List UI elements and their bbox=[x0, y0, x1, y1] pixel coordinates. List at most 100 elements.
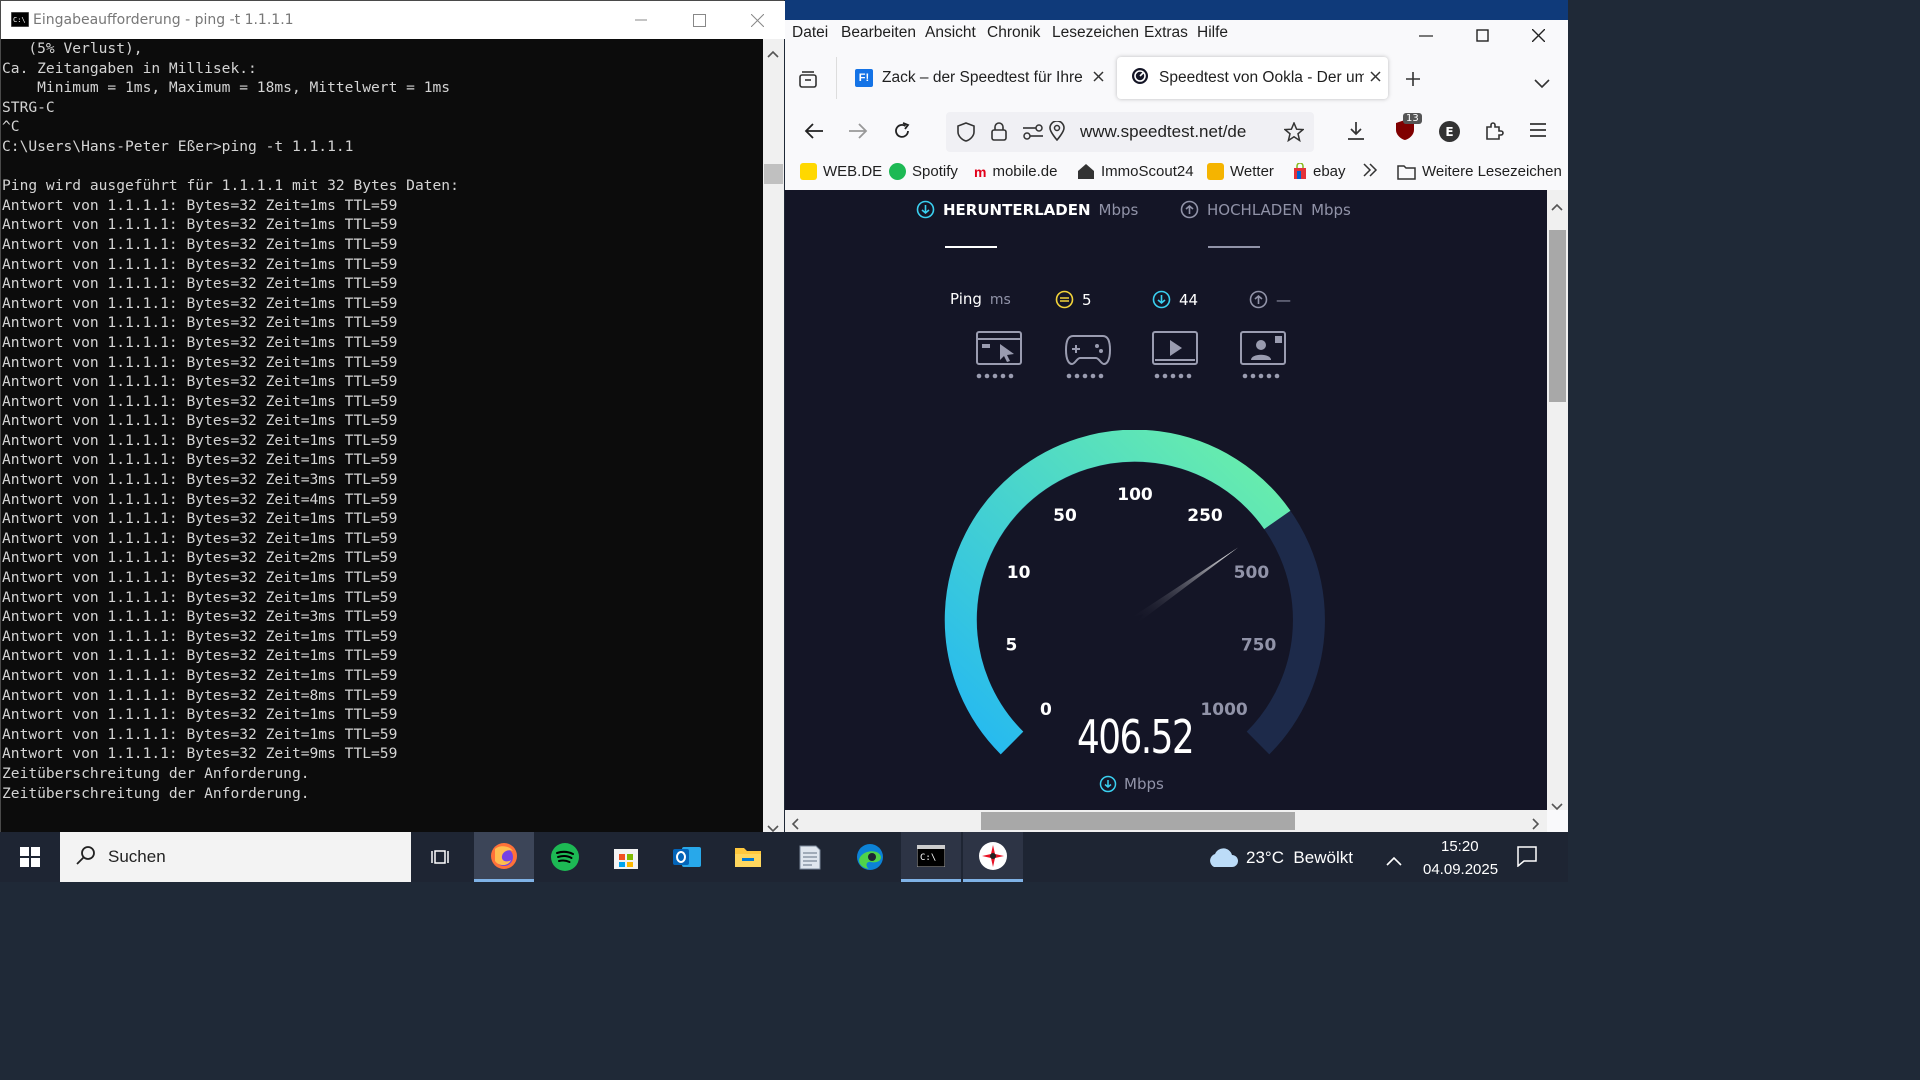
bookmark-mobilede[interactable]: m mobile.de bbox=[974, 163, 1058, 180]
tab-ookla-speedtest-active[interactable]: Speedtest von Ookla - Der umfa bbox=[1117, 57, 1388, 99]
search-icon bbox=[76, 845, 96, 869]
console-line: Antwort von 1.1.1.1: Bytes=32 Zeit=8ms T… bbox=[2, 686, 398, 704]
edge-browser-icon[interactable] bbox=[840, 832, 900, 882]
close-button[interactable] bbox=[728, 1, 786, 39]
console-line: Antwort von 1.1.1.1: Bytes=32 Zeit=1ms T… bbox=[2, 392, 398, 410]
page-vertical-scrollbar[interactable] bbox=[1547, 190, 1568, 811]
console-line: Antwort von 1.1.1.1: Bytes=32 Zeit=1ms T… bbox=[2, 333, 398, 351]
gauge-tick-label: 250 bbox=[1187, 506, 1223, 526]
file-explorer-folder-icon[interactable] bbox=[718, 832, 778, 882]
microsoft-store-icon[interactable] bbox=[596, 832, 656, 882]
bookmarks-overflow-chevron-icon[interactable] bbox=[1362, 163, 1378, 177]
speed-unit: Mbps bbox=[1099, 775, 1164, 793]
bookmark-webde[interactable]: WEB.DE bbox=[800, 163, 882, 180]
bookmarks-toolbar: WEB.DE Spotify m mobile.de ImmoScout24 We… bbox=[785, 156, 1568, 190]
desktop-background bbox=[785, 0, 1568, 20]
hamburger-menu-icon[interactable] bbox=[1529, 122, 1547, 142]
tab-close-icon[interactable] bbox=[1370, 69, 1381, 87]
close-button[interactable] bbox=[1531, 28, 1546, 47]
back-arrow-icon[interactable] bbox=[804, 122, 824, 144]
tab-zack-speedtest[interactable]: F! Zack – der Speedtest für Ihre Br bbox=[841, 57, 1105, 99]
page-horizontal-scrollbar[interactable] bbox=[785, 810, 1547, 832]
cmd-console-output[interactable]: (5% Verlust), Ca. Zeitangaben in Millisek… bbox=[1, 39, 763, 833]
show-hidden-icons-chevron-icon[interactable] bbox=[1386, 851, 1402, 870]
minimize-button[interactable] bbox=[612, 1, 670, 39]
scroll-thumb[interactable] bbox=[764, 164, 783, 184]
bookmark-star-icon[interactable] bbox=[1283, 121, 1305, 146]
notification-center-icon[interactable] bbox=[1516, 845, 1538, 871]
maximize-button[interactable] bbox=[670, 1, 728, 39]
firefox-window[interactable]: Datei Bearbeiten Ansicht Chronik Lesezei… bbox=[785, 20, 1568, 832]
tab-close-icon[interactable] bbox=[1093, 69, 1104, 87]
download-header: HERUNTERLADEN Mbps bbox=[916, 200, 1138, 219]
gauge-tick-label: 50 bbox=[1053, 506, 1077, 526]
start-windows-icon[interactable] bbox=[0, 832, 60, 882]
cmd-vertical-scrollbar[interactable] bbox=[763, 39, 784, 833]
extensions-puzzle-icon[interactable] bbox=[1484, 121, 1504, 145]
scroll-down-arrow-icon[interactable] bbox=[1551, 796, 1563, 815]
cmd-window-title: Eingabeaufforderung - ping -t 1.1.1.1 bbox=[33, 12, 294, 28]
bookmark-spotify[interactable]: Spotify bbox=[889, 163, 958, 180]
console-line: Ca. Zeitangaben in Millisek.: bbox=[2, 59, 257, 77]
command-prompt-taskbar-icon[interactable]: C:\ bbox=[901, 832, 961, 882]
reload-icon[interactable] bbox=[892, 121, 912, 145]
ping-download-icon bbox=[1152, 290, 1171, 309]
lock-icon[interactable] bbox=[990, 121, 1008, 145]
bookmark-weitere-lesezeichen[interactable]: Weitere Lesezeichen bbox=[1397, 163, 1562, 180]
weather-cloud-icon[interactable] bbox=[1206, 846, 1238, 872]
weather-text[interactable]: 23°C Bewölkt bbox=[1246, 848, 1353, 868]
scroll-up-arrow-icon[interactable] bbox=[767, 43, 779, 62]
gauge-needle bbox=[1132, 547, 1239, 624]
scroll-thumb[interactable] bbox=[1549, 230, 1566, 402]
upload-arrow-icon bbox=[1180, 200, 1199, 219]
ublock-origin-icon[interactable]: 13 bbox=[1394, 113, 1422, 146]
url-text[interactable]: www.speedtest.net/de bbox=[1080, 122, 1246, 142]
clock-date[interactable]: 04.09.2025 bbox=[1423, 861, 1498, 878]
scroll-up-arrow-icon[interactable] bbox=[1551, 196, 1563, 215]
tracking-protection-shield-icon[interactable] bbox=[956, 122, 976, 146]
speedtest-page[interactable]: HERUNTERLADEN Mbps HOCHLADEN Mbps Ping m… bbox=[785, 190, 1547, 810]
menu-hilfe[interactable]: Hilfe bbox=[1197, 24, 1228, 42]
menu-extras[interactable]: Extras bbox=[1144, 24, 1188, 42]
downloads-icon[interactable] bbox=[1346, 121, 1366, 145]
location-pin-icon[interactable] bbox=[1049, 120, 1065, 145]
menu-chronik[interactable]: Chronik bbox=[987, 24, 1040, 42]
permissions-icon[interactable] bbox=[1022, 124, 1044, 144]
menu-datei[interactable]: Datei bbox=[792, 24, 828, 42]
maximize-button[interactable] bbox=[1476, 29, 1489, 47]
scroll-thumb[interactable] bbox=[981, 812, 1295, 830]
tab-label: Speedtest von Ookla - Der umfa bbox=[1159, 69, 1364, 86]
console-line: Antwort von 1.1.1.1: Bytes=32 Zeit=1ms T… bbox=[2, 294, 398, 312]
console-line: Antwort von 1.1.1.1: Bytes=32 Zeit=1ms T… bbox=[2, 216, 398, 234]
console-line: Antwort von 1.1.1.1: Bytes=32 Zeit=1ms T… bbox=[2, 627, 398, 645]
menu-lesezeichen[interactable]: Lesezeichen bbox=[1052, 24, 1139, 42]
minimize-button[interactable] bbox=[1419, 29, 1433, 47]
console-line: Antwort von 1.1.1.1: Bytes=32 Zeit=1ms T… bbox=[2, 451, 398, 469]
list-all-tabs-chevron-icon[interactable] bbox=[1534, 74, 1550, 93]
snipping-tool-icon[interactable] bbox=[963, 832, 1023, 882]
ping-unit: ms bbox=[989, 292, 1011, 308]
tab-overview-icon[interactable] bbox=[798, 69, 818, 93]
clock-time[interactable]: 15:20 bbox=[1441, 838, 1479, 855]
cmd-title-bar[interactable]: C:\ Eingabeaufforderung - ping -t 1.1.1.… bbox=[1, 1, 785, 39]
download-label: HERUNTERLADEN bbox=[943, 200, 1091, 219]
spotify-taskbar-icon[interactable] bbox=[535, 832, 595, 882]
cmd-window[interactable]: C:\ Eingabeaufforderung - ping -t 1.1.1.… bbox=[0, 0, 785, 833]
ebay-bag-icon bbox=[1294, 163, 1306, 179]
account-avatar[interactable]: E bbox=[1439, 121, 1460, 142]
console-line: Antwort von 1.1.1.1: Bytes=32 Zeit=9ms T… bbox=[2, 745, 398, 763]
bookmark-immoscout24[interactable]: ImmoScout24 bbox=[1077, 163, 1194, 180]
ping-download: 44 bbox=[1152, 290, 1198, 309]
bookmark-ebay[interactable]: ebay bbox=[1293, 163, 1346, 180]
taskbar-search-box[interactable]: Suchen bbox=[60, 832, 411, 882]
url-bar[interactable]: www.speedtest.net/de bbox=[946, 112, 1314, 152]
bookmark-wetter[interactable]: Wetter bbox=[1207, 163, 1274, 180]
notepad-icon[interactable] bbox=[779, 832, 839, 882]
menu-ansicht[interactable]: Ansicht bbox=[925, 24, 976, 42]
outlook-icon[interactable] bbox=[657, 832, 717, 882]
task-view-icon[interactable] bbox=[411, 832, 471, 882]
menu-bearbeiten[interactable]: Bearbeiten bbox=[841, 24, 916, 42]
forward-arrow-icon[interactable] bbox=[848, 122, 868, 144]
firefox-taskbar-icon[interactable] bbox=[474, 832, 534, 882]
new-tab-plus-icon[interactable] bbox=[1405, 71, 1421, 91]
